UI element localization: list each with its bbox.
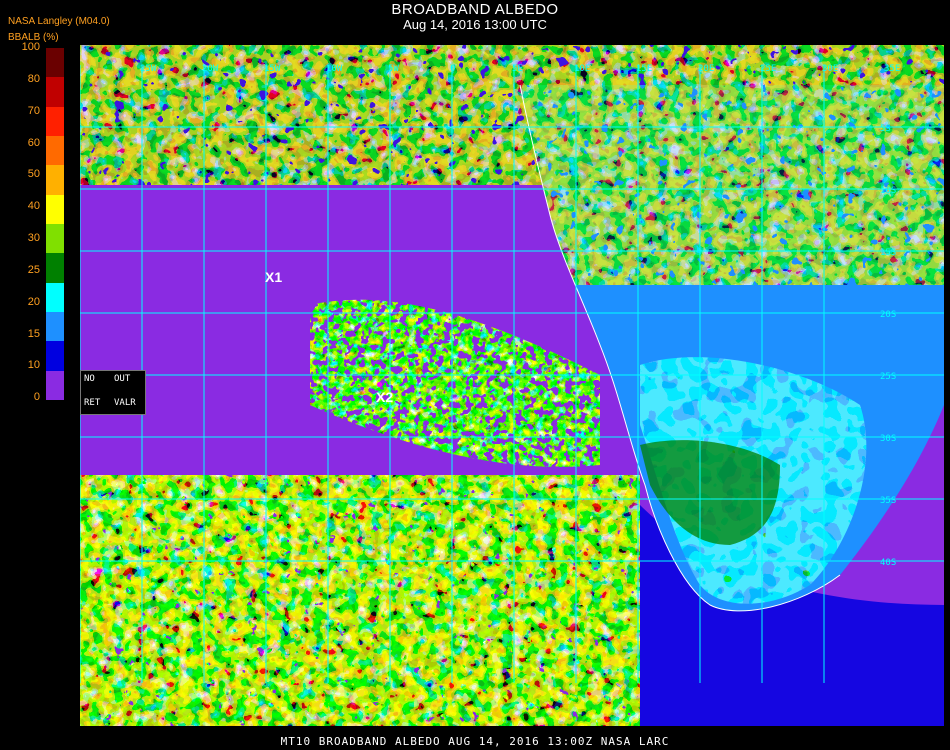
legend-swatch xyxy=(46,341,64,372)
legend-tick-label: 60 xyxy=(27,136,40,149)
marker-x2-dot xyxy=(377,382,382,387)
legend-tick-label: 30 xyxy=(27,232,40,245)
ret-box-ret: RET xyxy=(84,398,101,408)
lon-label: 25W xyxy=(140,64,157,74)
legend-swatch xyxy=(46,312,64,342)
lon-label: 25E xyxy=(760,64,776,74)
legend-tick-label: 70 xyxy=(27,104,40,117)
lon-label: 20W xyxy=(202,64,219,74)
albedo-map[interactable]: 25W 20W 15W 10W 5W 0 5E 10E 15E 20E 25E 30E 35E 5S 10S… xyxy=(80,45,944,726)
legend-swatch xyxy=(46,282,64,313)
map-timestamp: Aug 14, 2016 13:00 UTC xyxy=(403,17,547,32)
map-title: BROADBAND ALBEDO xyxy=(391,1,559,18)
legend-swatch xyxy=(46,48,64,78)
legend-tick-label: 0 xyxy=(33,391,40,404)
lat-label: 25S xyxy=(880,372,896,382)
legend-swatch xyxy=(46,370,64,401)
map-canvas: 25W 20W 15W 10W 5W 0 5E 10E 15E 20E 25E 30E 35E 5S 10S… xyxy=(80,45,944,726)
legend-swatch xyxy=(46,253,64,284)
legend-swatch xyxy=(46,77,64,108)
lat-label: 40S xyxy=(880,558,896,568)
color-legend-bar xyxy=(46,48,64,401)
lat-label: 10S xyxy=(880,186,896,196)
legend-tick-label: 100 xyxy=(21,41,40,53)
legend-swatch xyxy=(46,224,64,254)
legend-tick-label: 25 xyxy=(27,263,40,276)
lon-label: 15E xyxy=(636,64,652,74)
legend-swatch xyxy=(46,194,64,225)
lon-label: 35E xyxy=(884,64,900,74)
legend-tick-label: 80 xyxy=(27,72,40,85)
lon-label: 5W xyxy=(388,64,399,74)
org-label: NASA Langley (M04.0) xyxy=(8,16,110,27)
footer-caption: MT10 BROADBAND ALBEDO AUG 14, 2016 13:00… xyxy=(280,735,670,748)
marker-x1[interactable]: X1 xyxy=(265,269,282,285)
lat-label: 20S xyxy=(880,310,896,320)
lon-label: 20E xyxy=(698,64,714,74)
legend-tick-label: 10 xyxy=(27,359,40,372)
lon-label: 10E xyxy=(574,64,590,74)
marker-x2[interactable]: X2 xyxy=(376,389,393,405)
lon-label: 30E xyxy=(822,64,838,74)
ret-box-valr: VALR xyxy=(114,398,136,408)
legend-tick-label: 40 xyxy=(27,200,40,213)
retrieval-info-box: NO OUT RET VALR xyxy=(80,370,146,415)
lon-label: 5E xyxy=(512,64,523,74)
lat-label: 35S xyxy=(880,496,896,506)
lon-label: 10W xyxy=(326,64,343,74)
lat-label: 5S xyxy=(880,124,891,134)
ret-box-out: OUT xyxy=(114,374,131,384)
legend-swatch xyxy=(46,136,64,166)
lat-label: 30S xyxy=(880,434,896,444)
lat-label: 15S xyxy=(880,248,896,258)
legend-swatch xyxy=(46,165,64,196)
legend-tick-label: 15 xyxy=(27,327,40,340)
lon-label: 0 xyxy=(450,64,455,74)
lon-label: 15W xyxy=(264,64,281,74)
legend-swatch xyxy=(46,106,64,137)
legend-tick-label: 20 xyxy=(27,295,40,308)
ret-box-no: NO xyxy=(84,374,95,384)
legend-tick-label: 50 xyxy=(27,168,40,181)
